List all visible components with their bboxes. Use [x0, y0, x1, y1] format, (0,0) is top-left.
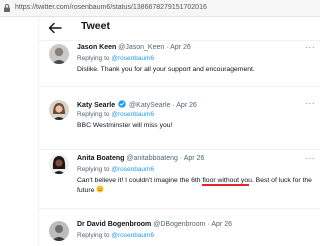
- tweet-date[interactable]: Apr 26: [176, 102, 197, 109]
- author-name[interactable]: Katy Searle: [77, 102, 115, 109]
- author-name[interactable]: Jason Keen: [77, 44, 116, 51]
- browser-address-bar[interactable]: https://twitter.com/rosenbaum6/status/13…: [0, 0, 320, 17]
- tweet-text-part: Can't believe it! I couldn't imagine the: [77, 177, 192, 184]
- tweet-text: Can't believe it! I couldn't imagine the…: [77, 176, 315, 195]
- red-annotation-underline: [202, 184, 249, 186]
- url-text[interactable]: https://twitter.com/rosenbaum6/status/13…: [15, 0, 207, 16]
- author-handle[interactable]: @KatySearle: [129, 102, 170, 109]
- avatar[interactable]: [49, 44, 69, 64]
- replying-prefix: Replying to: [77, 232, 110, 239]
- replying-prefix: Replying to: [77, 55, 110, 62]
- more-options-icon[interactable]: ···: [306, 154, 316, 163]
- reply-tweet[interactable]: Anita Boateng @anitabboateng · Apr 26 ··…: [39, 154, 320, 209]
- tweet-author-line: Anita Boateng @anitabboateng · Apr 26: [77, 155, 204, 162]
- avatar[interactable]: [49, 221, 69, 241]
- mention-link[interactable]: @rosenbaum6: [111, 111, 154, 118]
- reply-tweet[interactable]: Jason Keen @Jason_Keen · Apr 26 ··· Repl…: [39, 43, 320, 87]
- avatar[interactable]: [49, 100, 69, 120]
- tweet-date[interactable]: Apr 26: [184, 155, 205, 162]
- tweet-author-line: Dr David Bogenbroom @DBogenbroom · Apr 2…: [77, 221, 232, 228]
- back-arrow-icon[interactable]: [48, 22, 62, 34]
- author-name[interactable]: Anita Boateng: [77, 155, 124, 162]
- verified-badge-icon: [118, 100, 126, 108]
- mention-link[interactable]: @rosenbaum6: [111, 55, 154, 62]
- reply-tweet[interactable]: Katy Searle @KatySearle · Apr 26 ··· Rep…: [39, 99, 320, 150]
- avatar[interactable]: [49, 154, 69, 174]
- reply-tweet[interactable]: Dr David Bogenbroom @DBogenbroom · Apr 2…: [39, 220, 320, 246]
- author-handle[interactable]: @Jason_Keen: [118, 44, 164, 51]
- author-name[interactable]: Dr David Bogenbroom: [77, 221, 151, 228]
- replying-to: Replying to @rosenbaum6: [77, 55, 154, 62]
- tweet-thread-page: Tweet Jason Keen @Jason_Keen · Apr 26 ··…: [38, 16, 320, 246]
- separator-dot: ·: [166, 44, 169, 51]
- tweet-header: Tweet: [39, 16, 320, 41]
- mention-link[interactable]: @rosenbaum6: [111, 232, 154, 239]
- mention-link[interactable]: @rosenbaum6: [111, 166, 154, 173]
- tweet-date[interactable]: Apr 26: [211, 221, 232, 228]
- replying-to: Replying to @rosenbaum6: [77, 166, 154, 173]
- replying-prefix: Replying to: [77, 111, 110, 118]
- tweet-text: BBC Westminster will miss you!: [77, 122, 173, 129]
- page-title: Tweet: [81, 20, 110, 32]
- replying-prefix: Replying to: [77, 166, 110, 173]
- author-handle[interactable]: @anitabboateng: [126, 155, 177, 162]
- separator-dot: ·: [207, 221, 210, 228]
- lock-icon: [4, 4, 10, 12]
- separator-dot: ·: [179, 155, 183, 162]
- smiling-face-emoji: [96, 185, 104, 193]
- highlighted-phrase: 6th floor: [191, 177, 216, 184]
- tweet-date[interactable]: Apr 26: [170, 44, 191, 51]
- more-options-icon[interactable]: ···: [306, 43, 316, 52]
- more-options-icon[interactable]: ···: [306, 99, 316, 108]
- replying-to: Replying to @rosenbaum6: [77, 111, 154, 118]
- separator-dot: ·: [172, 102, 175, 109]
- author-handle[interactable]: @DBogenbroom: [153, 221, 205, 228]
- tweet-text: Dislike. Thank you for all your support …: [77, 66, 255, 73]
- replying-to: Replying to @rosenbaum6: [77, 232, 154, 239]
- tweet-author-line: Katy Searle @KatySearle · Apr 26: [77, 100, 197, 109]
- tweet-author-line: Jason Keen @Jason_Keen · Apr 26: [77, 44, 191, 51]
